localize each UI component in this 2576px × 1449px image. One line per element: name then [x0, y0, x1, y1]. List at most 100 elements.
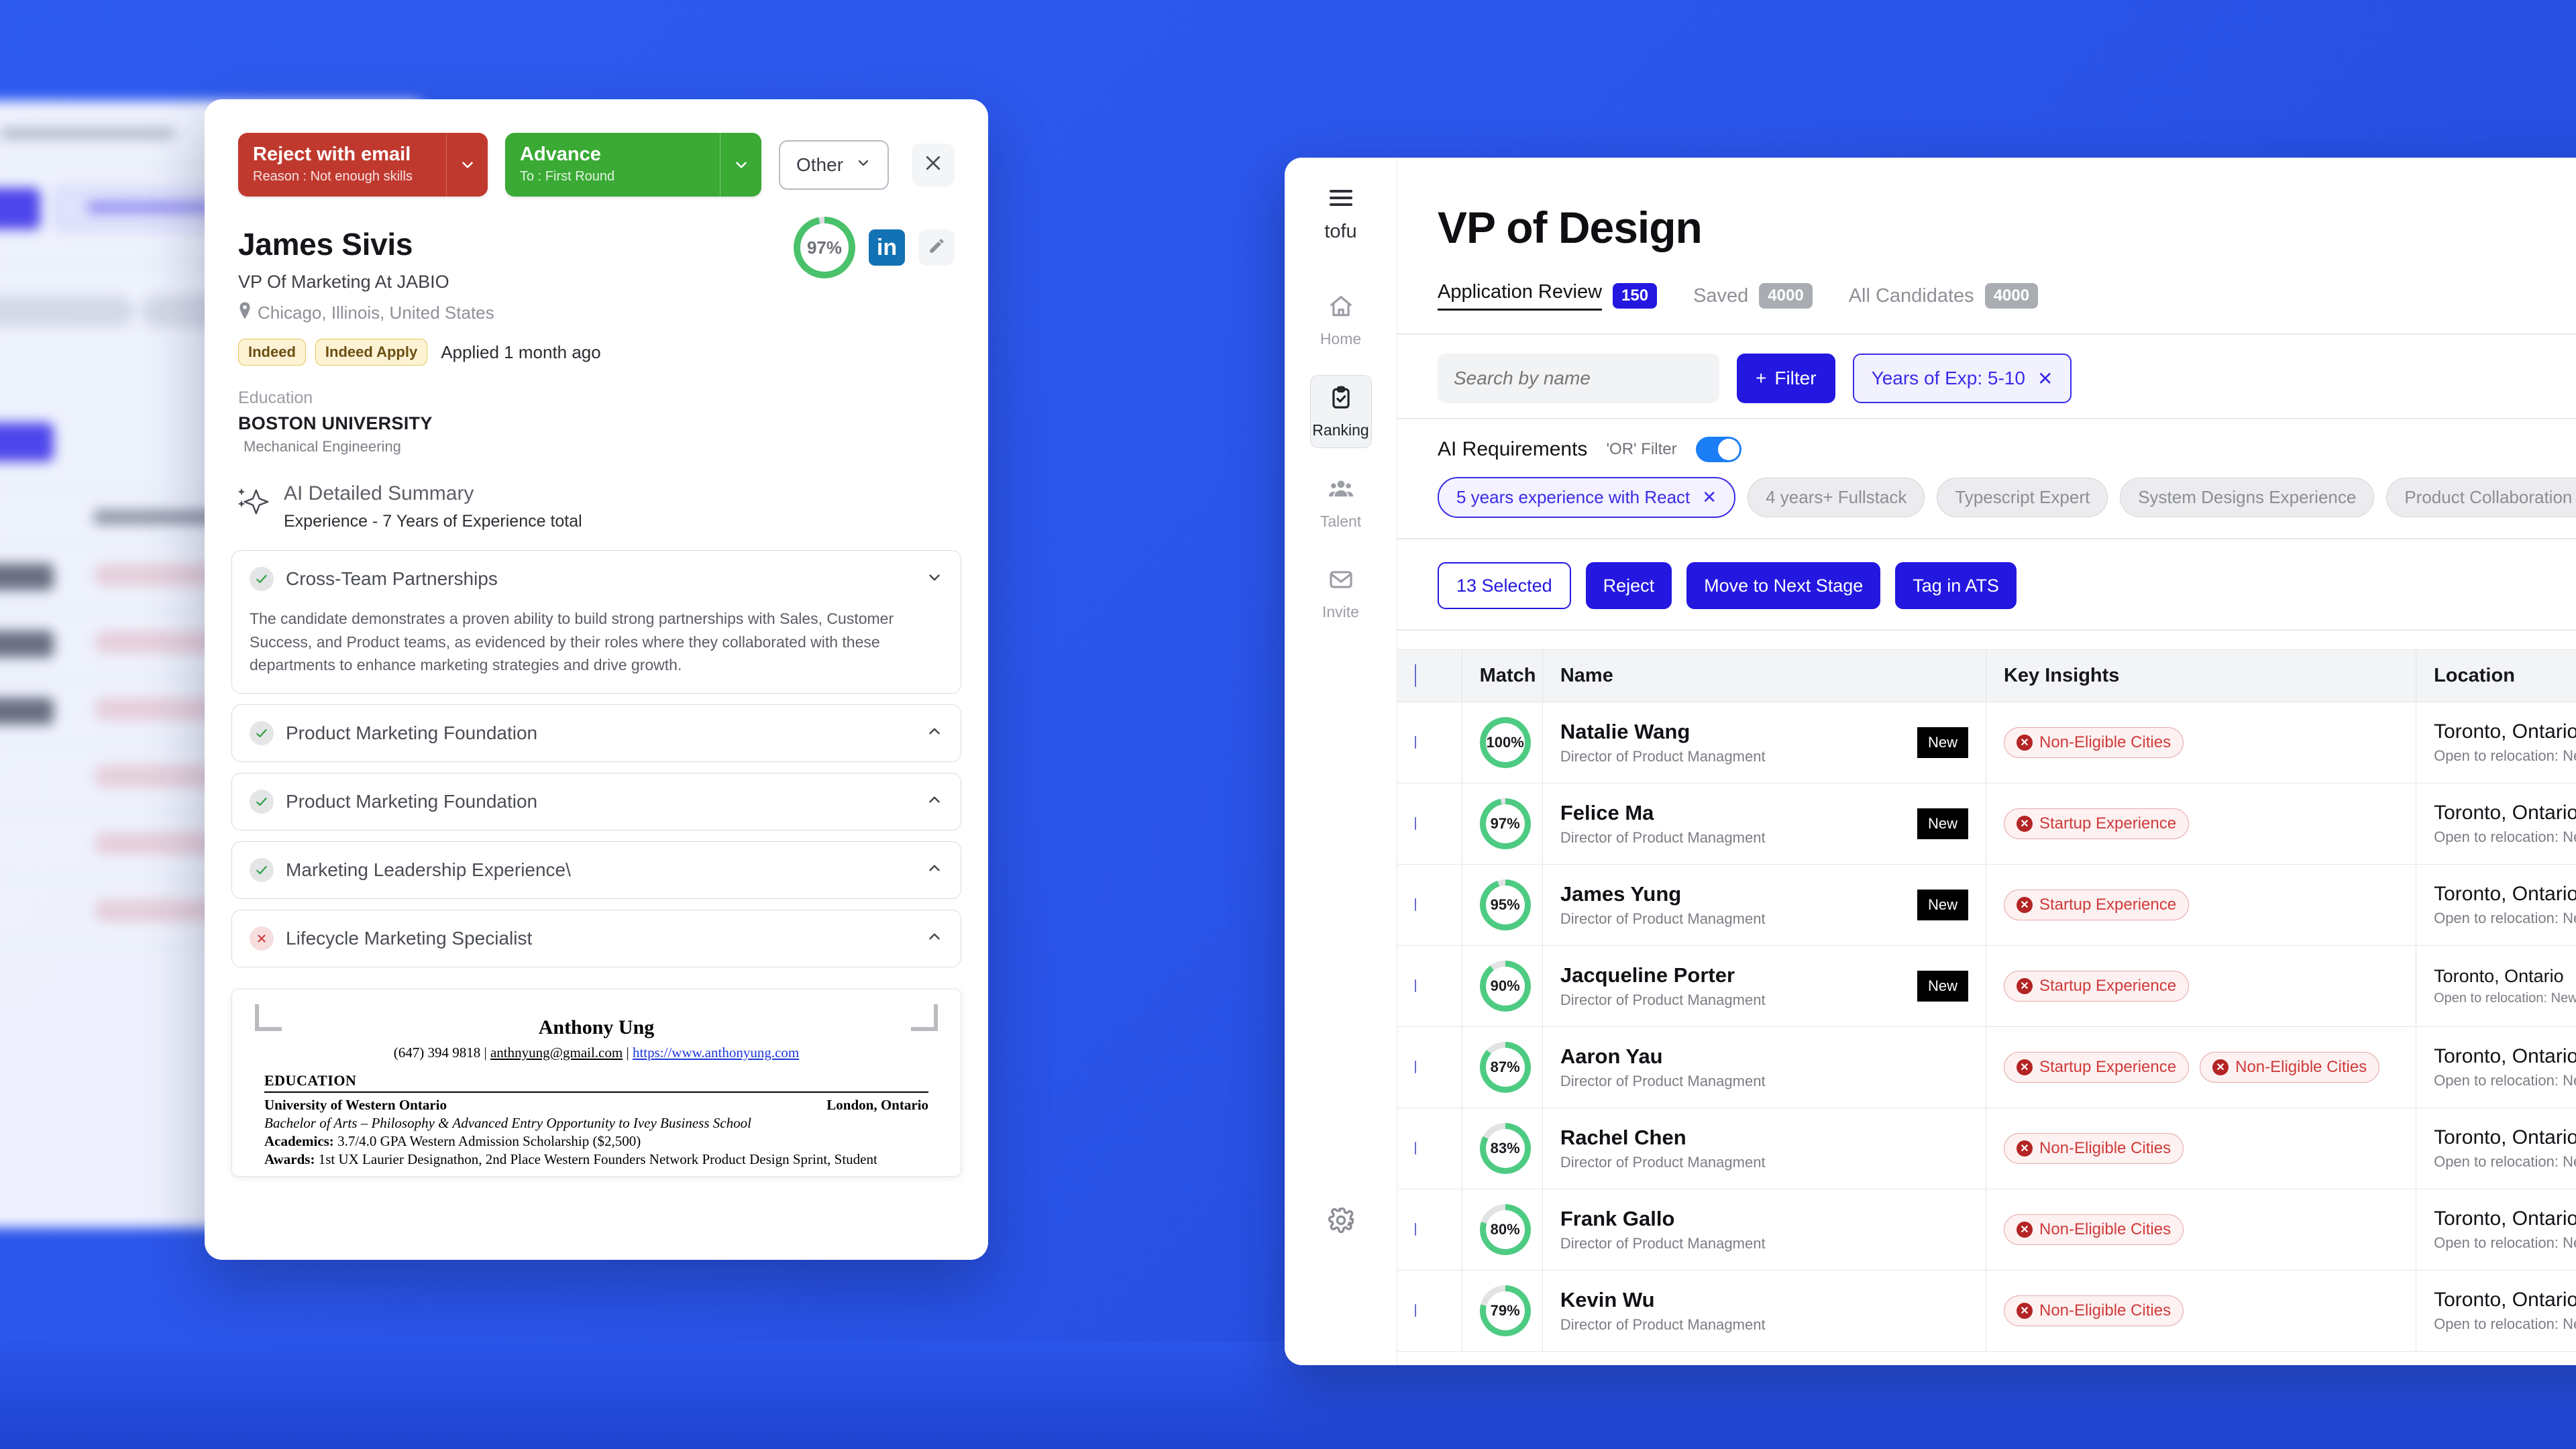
table-row[interactable]: 80% Frank Gallo Director of Product Managm… — [1397, 1189, 2576, 1271]
row-select-cell[interactable] — [1397, 945, 1462, 1027]
sidebar-item-ranking[interactable]: Ranking — [1309, 375, 1372, 448]
menu-icon[interactable] — [1329, 190, 1352, 206]
other-dropdown-button[interactable]: Other — [779, 140, 890, 190]
column-header-name[interactable]: Name — [1542, 649, 1986, 702]
requirement-chip[interactable]: Product Collaboration Experience — [2386, 478, 2576, 517]
row-select-cell[interactable] — [1397, 783, 1462, 865]
check-circle-icon — [250, 857, 274, 882]
row-select-cell[interactable] — [1397, 702, 1462, 784]
accordion-item[interactable]: Lifecycle Marketing Specialist — [231, 909, 961, 967]
requirement-chip[interactable]: System Designs Experience — [2120, 478, 2375, 517]
requirement-chip[interactable]: Typescript Expert — [1937, 478, 2108, 517]
accordion-title: Product Marketing Foundation — [286, 722, 538, 743]
column-header-key-insights[interactable]: Key Insights — [1986, 649, 2417, 702]
candidate-name: Frank Gallo — [1560, 1207, 1675, 1230]
sidebar-item-invite[interactable]: Invite — [1310, 557, 1372, 629]
chevron-up-icon[interactable] — [926, 859, 943, 880]
name-cell[interactable]: Frank Gallo Director of Product Managment — [1542, 1189, 1986, 1271]
add-filter-button[interactable]: + Filter — [1737, 354, 1835, 403]
name-cell[interactable]: Rachel Chen Director of Product Managment — [1542, 1108, 1986, 1189]
name-cell[interactable]: Aaron Yau Director of Product Managment — [1542, 1026, 1986, 1108]
match-cell: 79% — [1462, 1270, 1543, 1352]
insight-badge: ✕ Startup Experience — [2003, 808, 2190, 839]
accordion-item[interactable]: Cross-Team Partnerships The candidate de… — [231, 550, 961, 694]
resume-website-link[interactable]: https://www.anthonyung.com — [633, 1044, 799, 1061]
remove-filter-close-icon[interactable]: ✕ — [2037, 368, 2053, 390]
row-select-cell[interactable] — [1397, 1270, 1462, 1352]
key-insights-cell: ✕ Non-Eligible Cities — [1986, 1108, 2417, 1189]
accordion-item[interactable]: Marketing Leadership Experience\ — [231, 841, 961, 899]
x-circle-icon: ✕ — [2016, 1059, 2033, 1075]
table-row[interactable]: 87% Aaron Yau Director of Product Managmen… — [1397, 1026, 2576, 1108]
accordion-item[interactable]: Product Marketing Foundation — [231, 704, 961, 762]
row-select-cell[interactable] — [1397, 1189, 1462, 1271]
or-filter-toggle[interactable] — [1695, 437, 1741, 462]
reject-dropdown-chevron-down-icon[interactable] — [446, 133, 488, 197]
row-checkbox[interactable] — [1415, 1142, 1416, 1155]
name-cell[interactable]: Jacqueline Porter Director of Product Man… — [1542, 945, 1986, 1027]
resume-academics-label: Academics: — [264, 1132, 334, 1149]
reject-button[interactable]: Reject — [1585, 562, 1672, 609]
match-cell: 95% — [1462, 864, 1543, 946]
resume-preview[interactable]: Anthony Ung (647) 394 9818 | anthnyung@g… — [231, 988, 961, 1177]
close-modal-button[interactable] — [912, 143, 955, 186]
insight-badge: ✕ Non-Eligible Cities — [2003, 1214, 2184, 1245]
advance-dropdown-chevron-down-icon[interactable] — [720, 133, 761, 197]
table-row[interactable]: 83% Rachel Chen Director of Product Managm… — [1397, 1108, 2576, 1189]
tab-saved[interactable]: Saved 4000 — [1693, 283, 1813, 317]
advance-button[interactable]: Advance To : First Round — [505, 133, 761, 197]
candidate-role: Director of Product Managment — [1560, 991, 1766, 1008]
sidebar-item-home[interactable]: Home — [1310, 284, 1372, 356]
row-checkbox[interactable] — [1415, 1304, 1416, 1317]
chevron-up-icon[interactable] — [926, 928, 943, 949]
row-select-cell[interactable] — [1397, 1026, 1462, 1108]
active-filter-chip-years-of-exp[interactable]: Years of Exp: 5-10 ✕ — [1852, 354, 2072, 403]
row-checkbox[interactable] — [1415, 817, 1416, 830]
chevron-down-icon — [855, 154, 871, 176]
chevron-down-icon[interactable] — [926, 569, 943, 590]
row-checkbox[interactable] — [1415, 736, 1416, 749]
tab-application-review[interactable]: Application Review 150 — [1438, 281, 1658, 319]
resume-phone: (647) 394 9818 — [393, 1044, 481, 1061]
chevron-up-icon[interactable] — [926, 722, 943, 743]
remove-requirement-close-icon[interactable]: ✕ — [1702, 487, 1717, 508]
tab-all-candidates[interactable]: All Candidates 4000 — [1849, 283, 2039, 317]
column-header-location[interactable]: Location — [2416, 649, 2576, 702]
requirement-chip[interactable]: 4 years+ Fullstack — [1748, 478, 1925, 517]
accordion-item[interactable]: Product Marketing Foundation — [231, 772, 961, 830]
edit-button[interactable] — [918, 229, 955, 266]
row-checkbox[interactable] — [1415, 979, 1416, 992]
table-row[interactable]: 90% Jacqueline Porter Director of Product … — [1397, 945, 2576, 1027]
row-checkbox[interactable] — [1415, 898, 1416, 911]
row-checkbox[interactable] — [1415, 1061, 1416, 1073]
table-row[interactable]: 79% Kevin Wu Director of Product Managment… — [1397, 1270, 2576, 1352]
row-select-cell[interactable] — [1397, 864, 1462, 946]
column-header-match[interactable]: Match — [1462, 649, 1543, 702]
name-cell[interactable]: Felice Ma Director of Product Managment Ne… — [1542, 783, 1986, 865]
chevron-up-icon[interactable] — [926, 791, 943, 812]
name-cell[interactable]: Natalie Wang Director of Product Managmen… — [1542, 702, 1986, 784]
accordion-title: Cross-Team Partnerships — [286, 568, 498, 590]
candidates-table-wrapper[interactable]: Match Name Key Insights Location 100% Nat… — [1397, 649, 2576, 1365]
requirement-chip-selected[interactable]: 5 years experience with React ✕ — [1438, 477, 1736, 518]
settings-button[interactable] — [1327, 1206, 1355, 1238]
select-all-checkbox[interactable] — [1415, 664, 1416, 687]
tag-in-ats-button[interactable]: Tag in ATS — [1895, 562, 2017, 609]
reject-with-email-button[interactable]: Reject with email Reason : Not enough sk… — [238, 133, 488, 197]
select-all-header[interactable] — [1397, 649, 1462, 702]
key-insights-cell: ✕ Startup Experience — [1986, 864, 2417, 946]
resume-name: Anthony Ung — [538, 1016, 655, 1038]
name-cell[interactable]: Kevin Wu Director of Product Managment — [1542, 1270, 1986, 1352]
table-row[interactable]: 100% Natalie Wang Director of Product Mana… — [1397, 702, 2576, 784]
sidebar-item-talent[interactable]: Talent — [1310, 467, 1372, 539]
linkedin-icon[interactable]: in — [869, 229, 905, 266]
row-checkbox[interactable] — [1415, 1223, 1416, 1236]
table-row[interactable]: 97% Felice Ma Director of Product Managmen… — [1397, 783, 2576, 865]
selected-count-button[interactable]: 13 Selected — [1438, 562, 1571, 609]
name-cell[interactable]: James Yung Director of Product Managment N… — [1542, 864, 1986, 946]
move-to-next-stage-button[interactable]: Move to Next Stage — [1686, 562, 1881, 609]
resume-awards-label: Awards: — [264, 1150, 315, 1167]
row-select-cell[interactable] — [1397, 1108, 1462, 1189]
search-input[interactable] — [1438, 354, 1719, 403]
table-row[interactable]: 95% James Yung Director of Product Managme… — [1397, 864, 2576, 946]
